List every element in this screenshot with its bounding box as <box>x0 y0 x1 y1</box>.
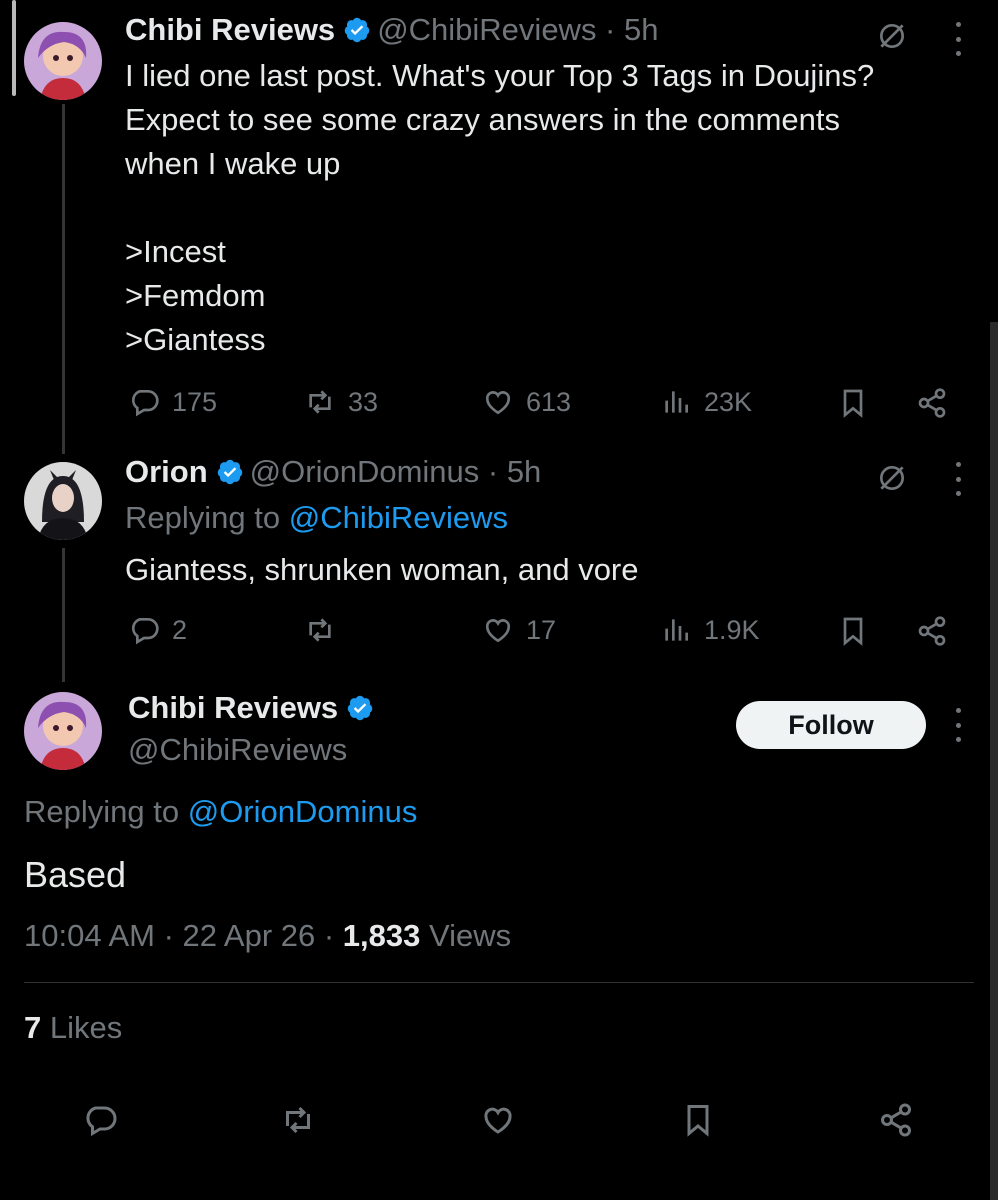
views-icon <box>665 391 688 413</box>
share-icon[interactable] <box>914 614 950 648</box>
views-button[interactable]: 1.9K <box>660 614 760 646</box>
views-total: 1,833 <box>342 918 421 953</box>
bookmark-icon[interactable] <box>836 614 870 648</box>
replying-to: Replying to @ChibiReviews <box>125 500 508 535</box>
views-count: 1.9K <box>704 614 760 645</box>
follow-button[interactable]: Follow <box>736 701 926 749</box>
reply-count: 2 <box>172 614 188 645</box>
post-text: Giantess, shrunken woman, and vore <box>125 552 639 587</box>
like-icon <box>485 619 511 643</box>
like-count: 17 <box>526 614 557 645</box>
scrollbar[interactable] <box>990 322 998 1200</box>
more-icon[interactable] <box>954 708 962 742</box>
like-button[interactable]: 17 <box>482 614 556 646</box>
views-count: 23K <box>704 386 753 417</box>
like-count: 613 <box>526 386 572 417</box>
replying-to-link[interactable]: @ChibiReviews <box>289 500 508 535</box>
grok-icon[interactable] <box>874 460 910 496</box>
avatar[interactable] <box>24 692 102 770</box>
reply-icon <box>131 390 159 417</box>
more-icon[interactable] <box>954 22 962 56</box>
reply-icon[interactable] <box>80 1100 120 1140</box>
views-button[interactable]: 23K <box>660 386 752 418</box>
views-icon <box>665 619 688 641</box>
thread-line <box>62 548 65 682</box>
views-label: Views <box>420 918 512 953</box>
more-icon[interactable] <box>954 462 962 496</box>
reply-button[interactable]: 175 <box>128 386 217 418</box>
thread-line <box>62 104 65 454</box>
author-handle[interactable]: @ChibiReviews · 5h <box>377 12 658 47</box>
repost-icon <box>309 390 331 414</box>
scroll-indicator <box>12 0 16 96</box>
avatar[interactable] <box>24 462 102 540</box>
repost-count: 33 <box>348 386 379 417</box>
replying-to: Replying to @OrionDominus <box>24 794 418 829</box>
author-name[interactable]: Orion <box>125 454 208 489</box>
like-icon <box>485 391 511 415</box>
verified-badge-icon <box>217 459 242 485</box>
likes-summary[interactable]: 7 Likes <box>24 1010 122 1046</box>
author-handle[interactable]: @ChibiReviews <box>128 732 347 768</box>
reply-button[interactable]: 2 <box>128 614 187 646</box>
author-name[interactable]: Chibi Reviews <box>128 690 338 725</box>
bookmark-icon[interactable] <box>678 1100 718 1140</box>
post-meta: 10:04 AM · 22 Apr 26 · 1,833 Views <box>24 918 511 954</box>
repost-icon <box>309 618 331 642</box>
post-text: Based <box>24 854 127 895</box>
author-handle[interactable]: @OrionDominus · 5h <box>250 454 542 489</box>
bookmark-icon[interactable] <box>836 386 870 420</box>
avatar[interactable] <box>24 22 102 100</box>
likes-label: Likes <box>41 1010 123 1045</box>
replying-to-link[interactable]: @OrionDominus <box>188 794 418 829</box>
like-button[interactable]: 613 <box>482 386 571 418</box>
repost-button[interactable] <box>304 614 348 646</box>
repost-button[interactable]: 33 <box>304 386 378 418</box>
reply-count: 175 <box>172 386 218 417</box>
verified-badge-icon <box>344 17 370 43</box>
repost-icon[interactable] <box>278 1100 318 1140</box>
like-icon[interactable] <box>478 1100 518 1140</box>
grok-icon[interactable] <box>874 18 910 54</box>
likes-total: 7 <box>24 1010 42 1045</box>
verified-badge-icon <box>347 695 373 721</box>
author-name[interactable]: Chibi Reviews <box>125 12 335 47</box>
reply-icon <box>131 618 159 645</box>
post-text: I lied one last post. What's your Top 3 … <box>125 58 875 357</box>
share-icon[interactable] <box>876 1100 916 1140</box>
share-icon[interactable] <box>914 386 950 420</box>
divider <box>24 982 974 983</box>
timestamp[interactable]: 10:04 AM · 22 Apr 26 · <box>24 918 343 953</box>
